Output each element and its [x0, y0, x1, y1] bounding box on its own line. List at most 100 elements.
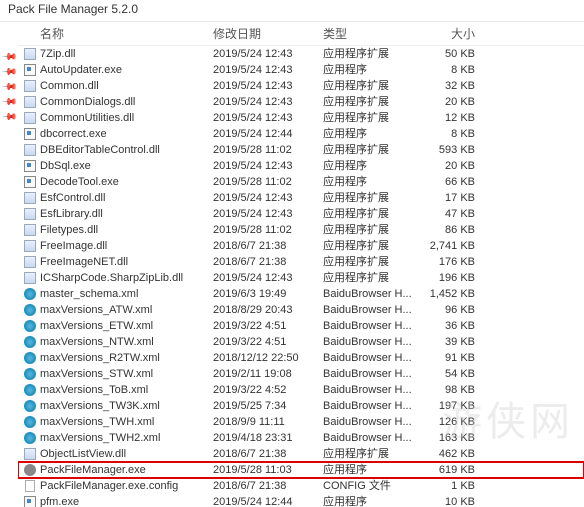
file-type: BaiduBrowser H...: [323, 286, 423, 302]
xml-icon: [22, 351, 38, 365]
gear-icon: [22, 463, 38, 477]
file-row[interactable]: maxVersions_TW3K.xml2019/5/25 7:34BaiduB…: [18, 398, 584, 414]
file-name: maxVersions_TW3K.xml: [40, 398, 213, 414]
file-type: 应用程序扩展: [323, 270, 423, 286]
pin-icon[interactable]: 📌: [1, 49, 18, 66]
file-date: 2019/3/22 4:51: [213, 318, 323, 334]
file-row[interactable]: ObjectListView.dll2018/6/7 21:38应用程序扩展46…: [18, 446, 584, 462]
xml-icon: [22, 415, 38, 429]
header-type[interactable]: 类型: [323, 25, 423, 42]
file-row[interactable]: FreeImageNET.dll2018/6/7 21:38应用程序扩展176 …: [18, 254, 584, 270]
pin-icon[interactable]: 📌: [1, 79, 18, 96]
file-type: 应用程序扩展: [323, 222, 423, 238]
file-row[interactable]: maxVersions_NTW.xml2019/3/22 4:51BaiduBr…: [18, 334, 584, 350]
file-date: 2019/5/24 12:43: [213, 270, 323, 286]
file-name: maxVersions_TWH.xml: [40, 414, 213, 430]
file-name: PackFileManager.exe.config: [40, 478, 213, 494]
xml-icon: [22, 399, 38, 413]
file-type: 应用程序扩展: [323, 446, 423, 462]
file-name: EsfControl.dll: [40, 190, 213, 206]
file-name: Common.dll: [40, 78, 213, 94]
file-row[interactable]: maxVersions_TWH2.xml2019/4/18 23:31Baidu…: [18, 430, 584, 446]
file-row[interactable]: DBEditorTableControl.dll2019/5/28 11:02应…: [18, 142, 584, 158]
file-type: 应用程序扩展: [323, 190, 423, 206]
xml-icon: [22, 319, 38, 333]
dll-icon: [22, 143, 38, 157]
xml-icon: [22, 431, 38, 445]
file-type: 应用程序: [323, 494, 423, 507]
file-row[interactable]: PackFileManager.exe2019/5/28 11:03应用程序61…: [18, 462, 584, 478]
column-headers: 名称 修改日期 类型 大小: [18, 22, 584, 46]
xml-icon: [22, 335, 38, 349]
file-row[interactable]: EsfLibrary.dll2019/5/24 12:43应用程序扩展47 KB: [18, 206, 584, 222]
file-size: 8 KB: [423, 62, 483, 78]
dll-icon: [22, 447, 38, 461]
file-type: CONFIG 文件: [323, 478, 423, 494]
file-row[interactable]: ICSharpCode.SharpZipLib.dll2019/5/24 12:…: [18, 270, 584, 286]
file-size: 10 KB: [423, 494, 483, 507]
file-type: BaiduBrowser H...: [323, 366, 423, 382]
file-row[interactable]: maxVersions_STW.xml2019/2/11 19:08BaiduB…: [18, 366, 584, 382]
file-name: maxVersions_TWH2.xml: [40, 430, 213, 446]
file-date: 2018/6/7 21:38: [213, 238, 323, 254]
file-type: 应用程序扩展: [323, 206, 423, 222]
file-row[interactable]: EsfControl.dll2019/5/24 12:43应用程序扩展17 KB: [18, 190, 584, 206]
file-type: BaiduBrowser H...: [323, 398, 423, 414]
header-name[interactable]: 名称: [18, 25, 213, 42]
file-name: PackFileManager.exe: [40, 462, 213, 478]
file-type: 应用程序扩展: [323, 238, 423, 254]
file-date: 2019/5/24 12:44: [213, 126, 323, 142]
file-name: ObjectListView.dll: [40, 446, 213, 462]
file-row[interactable]: 7Zip.dll2019/5/24 12:43应用程序扩展50 KB: [18, 46, 584, 62]
dll-icon: [22, 223, 38, 237]
dll-icon: [22, 239, 38, 253]
pin-icon[interactable]: 📌: [1, 109, 18, 126]
file-date: 2019/2/11 19:08: [213, 366, 323, 382]
file-row[interactable]: maxVersions_ToB.xml2019/3/22 4:52BaiduBr…: [18, 382, 584, 398]
file-date: 2019/5/24 12:43: [213, 62, 323, 78]
dll-icon: [22, 95, 38, 109]
file-size: 126 KB: [423, 414, 483, 430]
file-row[interactable]: PackFileManager.exe.config2018/6/7 21:38…: [18, 478, 584, 494]
pin-icon[interactable]: 📌: [1, 64, 18, 81]
file-name: maxVersions_R2TW.xml: [40, 350, 213, 366]
header-date[interactable]: 修改日期: [213, 25, 323, 42]
file-row[interactable]: maxVersions_TWH.xml2018/9/9 11:11BaiduBr…: [18, 414, 584, 430]
file-size: 39 KB: [423, 334, 483, 350]
file-row[interactable]: FreeImage.dll2018/6/7 21:38应用程序扩展2,741 K…: [18, 238, 584, 254]
file-size: 20 KB: [423, 158, 483, 174]
file-row[interactable]: dbcorrect.exe2019/5/24 12:44应用程序8 KB: [18, 126, 584, 142]
file-name: 7Zip.dll: [40, 46, 213, 62]
header-size[interactable]: 大小: [423, 25, 483, 42]
file-row[interactable]: maxVersions_R2TW.xml2018/12/12 22:50Baid…: [18, 350, 584, 366]
file-size: 98 KB: [423, 382, 483, 398]
file-row[interactable]: AutoUpdater.exe2019/5/24 12:43应用程序8 KB: [18, 62, 584, 78]
file-row[interactable]: DecodeTool.exe2019/5/28 11:02应用程序66 KB: [18, 174, 584, 190]
file-size: 1,452 KB: [423, 286, 483, 302]
file-name: maxVersions_STW.xml: [40, 366, 213, 382]
file-size: 54 KB: [423, 366, 483, 382]
file-row[interactable]: pfm.exe2019/5/24 12:44应用程序10 KB: [18, 494, 584, 507]
file-row[interactable]: maxVersions_ETW.xml2019/3/22 4:51BaiduBr…: [18, 318, 584, 334]
file-date: 2019/5/24 12:43: [213, 46, 323, 62]
pin-icon[interactable]: 📌: [1, 94, 18, 111]
file-size: 163 KB: [423, 430, 483, 446]
file-row[interactable]: DbSql.exe2019/5/24 12:43应用程序20 KB: [18, 158, 584, 174]
dll-icon: [22, 207, 38, 221]
file-type: 应用程序扩展: [323, 110, 423, 126]
file-row[interactable]: CommonUtilities.dll2019/5/24 12:43应用程序扩展…: [18, 110, 584, 126]
file-row[interactable]: Common.dll2019/5/24 12:43应用程序扩展32 KB: [18, 78, 584, 94]
file-list: 7Zip.dll2019/5/24 12:43应用程序扩展50 KBAutoUp…: [18, 46, 584, 507]
file-size: 32 KB: [423, 78, 483, 94]
file-row[interactable]: maxVersions_ATW.xml2018/8/29 20:43BaiduB…: [18, 302, 584, 318]
file-name: maxVersions_ETW.xml: [40, 318, 213, 334]
xml-icon: [22, 367, 38, 381]
file-type: 应用程序扩展: [323, 46, 423, 62]
file-row[interactable]: master_schema.xml2019/6/3 19:49BaiduBrow…: [18, 286, 584, 302]
file-row[interactable]: Filetypes.dll2019/5/28 11:02应用程序扩展86 KB: [18, 222, 584, 238]
file-row[interactable]: CommonDialogs.dll2019/5/24 12:43应用程序扩展20…: [18, 94, 584, 110]
file-type: BaiduBrowser H...: [323, 350, 423, 366]
file-type: BaiduBrowser H...: [323, 334, 423, 350]
dll-icon: [22, 255, 38, 269]
file-type: 应用程序: [323, 158, 423, 174]
